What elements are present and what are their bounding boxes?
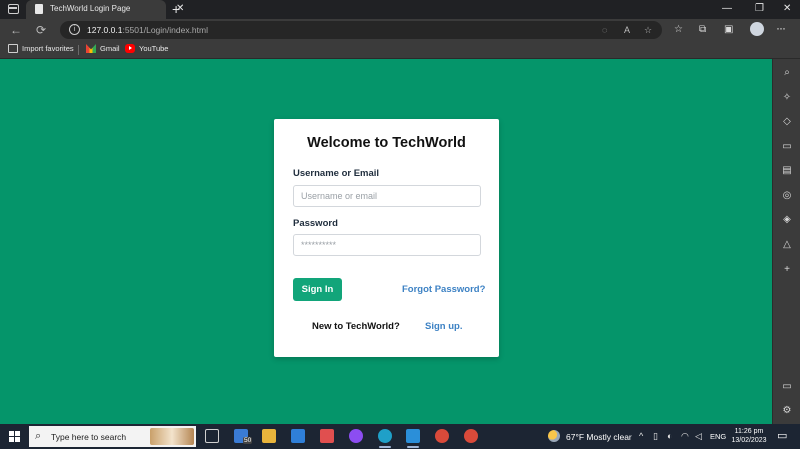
favorite-import[interactable]: Import favorites	[8, 44, 74, 53]
url-text[interactable]: 127.0.0.1:5501/Login/index.html	[87, 25, 208, 35]
favorite-label: YouTube	[139, 44, 169, 53]
sign-in-button[interactable]: Sign In	[293, 278, 342, 301]
url-host: 127.0.0.1	[87, 25, 123, 35]
url-path: :5501/Login/index.html	[122, 25, 208, 35]
favorite-label: Gmail	[100, 44, 120, 53]
password-label: Password	[293, 218, 338, 229]
youtube-icon	[125, 44, 135, 53]
bell-icon[interactable]: △	[773, 239, 800, 251]
favorite-label: Import favorites	[22, 44, 74, 53]
start-icon[interactable]	[9, 431, 20, 442]
favorite-youtube[interactable]: YouTube	[125, 44, 168, 53]
browser-tab[interactable]: TechWorld Login Page ✕	[26, 0, 184, 19]
clock-date: 13/02/2023	[731, 437, 767, 444]
minimize-icon[interactable]: —	[722, 2, 732, 16]
page-viewport: Welcome to TechWorld Username or Email P…	[0, 59, 772, 424]
sparkle-icon[interactable]: ✧	[773, 92, 800, 104]
favorites-divider	[78, 45, 79, 55]
volume-icon[interactable]: ◁	[695, 430, 702, 442]
tab-actions-icon[interactable]	[8, 4, 19, 14]
office-icon[interactable]: ▤	[773, 165, 800, 177]
search-highlight-image	[150, 428, 194, 445]
collections-icon[interactable]: ⧉	[699, 24, 706, 36]
edge-sidebar: ⌕ ✧ ◇ ▭ ▤ ◎ ◈ △ + ▭ ⚙	[772, 59, 800, 424]
profile-icon[interactable]	[750, 22, 764, 36]
search-icon[interactable]: ⌕	[773, 67, 800, 79]
store-icon[interactable]	[320, 429, 334, 443]
notification-icon[interactable]: ▭	[777, 430, 787, 442]
messenger-icon[interactable]	[349, 429, 363, 443]
refresh-icon[interactable]: ⟳	[36, 22, 46, 38]
page-title: Welcome to TechWorld	[307, 135, 466, 151]
weather-text[interactable]: 67°F Mostly clear	[566, 432, 632, 442]
password-input[interactable]	[293, 234, 481, 256]
edge-icon[interactable]	[378, 429, 392, 443]
tools-icon[interactable]: ▭	[773, 141, 800, 153]
add-favorite-icon[interactable]: ☆	[644, 25, 652, 35]
chevron-up-icon[interactable]: ^	[639, 430, 643, 442]
sign-up-link[interactable]: Sign up.	[425, 321, 462, 332]
task-view-icon[interactable]	[205, 429, 219, 443]
vscode-icon[interactable]	[406, 429, 420, 443]
window-close-icon[interactable]: ✕	[783, 2, 791, 16]
forgot-password-link[interactable]: Forgot Password?	[402, 284, 485, 295]
search-glass-icon: ⌕	[35, 430, 42, 442]
outlook-icon[interactable]: ◎	[773, 190, 800, 202]
battery-icon[interactable]: ▯	[653, 430, 658, 442]
read-aloud-icon[interactable]: A	[624, 25, 630, 35]
browser-tab-bar: TechWorld Login Page ✕ + — ❐ ✕	[0, 0, 800, 19]
import-icon	[8, 44, 18, 53]
tab-title: TechWorld Login Page	[50, 4, 131, 13]
windows-taskbar: ⌕ Type here to search 50 67°F Mostly cle…	[0, 424, 800, 449]
login-card: Welcome to TechWorld Username or Email P…	[274, 119, 499, 357]
tag-icon[interactable]: ◇	[773, 116, 800, 128]
clock[interactable]: 11:26 pm 13/02/2023	[730, 427, 768, 445]
taskbar-search[interactable]: ⌕ Type here to search	[29, 426, 196, 447]
language-indicator[interactable]: ENG	[710, 432, 726, 441]
address-bar[interactable]: i 127.0.0.1:5501/Login/index.html ◌ A ☆	[60, 21, 662, 39]
settings-icon[interactable]: ⚙	[773, 405, 800, 417]
more-icon[interactable]: ···	[776, 21, 786, 35]
favorites-icon[interactable]: ☆	[674, 24, 683, 36]
meet-icon[interactable]: ◐	[667, 430, 672, 442]
taskbar-search-placeholder: Type here to search	[51, 432, 127, 442]
chrome-profile-icon[interactable]	[464, 429, 478, 443]
clock-time: 11:26 pm	[734, 428, 764, 435]
weather-icon[interactable]	[548, 430, 560, 442]
split-icon[interactable]: ▭	[773, 381, 800, 393]
new-tab-icon[interactable]: +	[172, 1, 180, 17]
translate-icon[interactable]: ◌	[602, 25, 607, 35]
username-label: Username or Email	[293, 168, 380, 179]
favorite-gmail[interactable]: Gmail	[86, 44, 120, 53]
address-bar-row: ← ⟳ i 127.0.0.1:5501/Login/index.html ◌ …	[0, 19, 800, 41]
wifi-icon[interactable]: ◠	[681, 430, 689, 442]
vscode-active-indicator	[407, 446, 419, 448]
back-icon[interactable]: ←	[10, 22, 22, 38]
favorites-bar: Import favorites Gmail YouTube	[0, 41, 800, 59]
info-icon[interactable]: i	[69, 24, 80, 35]
username-input[interactable]	[293, 185, 481, 207]
new-user-text: New to TechWorld?	[312, 321, 400, 332]
mail-icon[interactable]	[291, 429, 305, 443]
news-badge: 50	[243, 437, 253, 444]
gmail-icon	[86, 44, 96, 53]
games-icon[interactable]: ◈	[773, 214, 800, 226]
restore-icon[interactable]: ❐	[755, 2, 764, 16]
extensions-icon[interactable]: ▣	[724, 24, 733, 36]
add-icon[interactable]: +	[773, 264, 800, 276]
chrome-icon[interactable]	[435, 429, 449, 443]
edge-active-indicator	[379, 446, 391, 448]
file-explorer-icon[interactable]	[262, 429, 276, 443]
page-icon	[35, 4, 43, 14]
